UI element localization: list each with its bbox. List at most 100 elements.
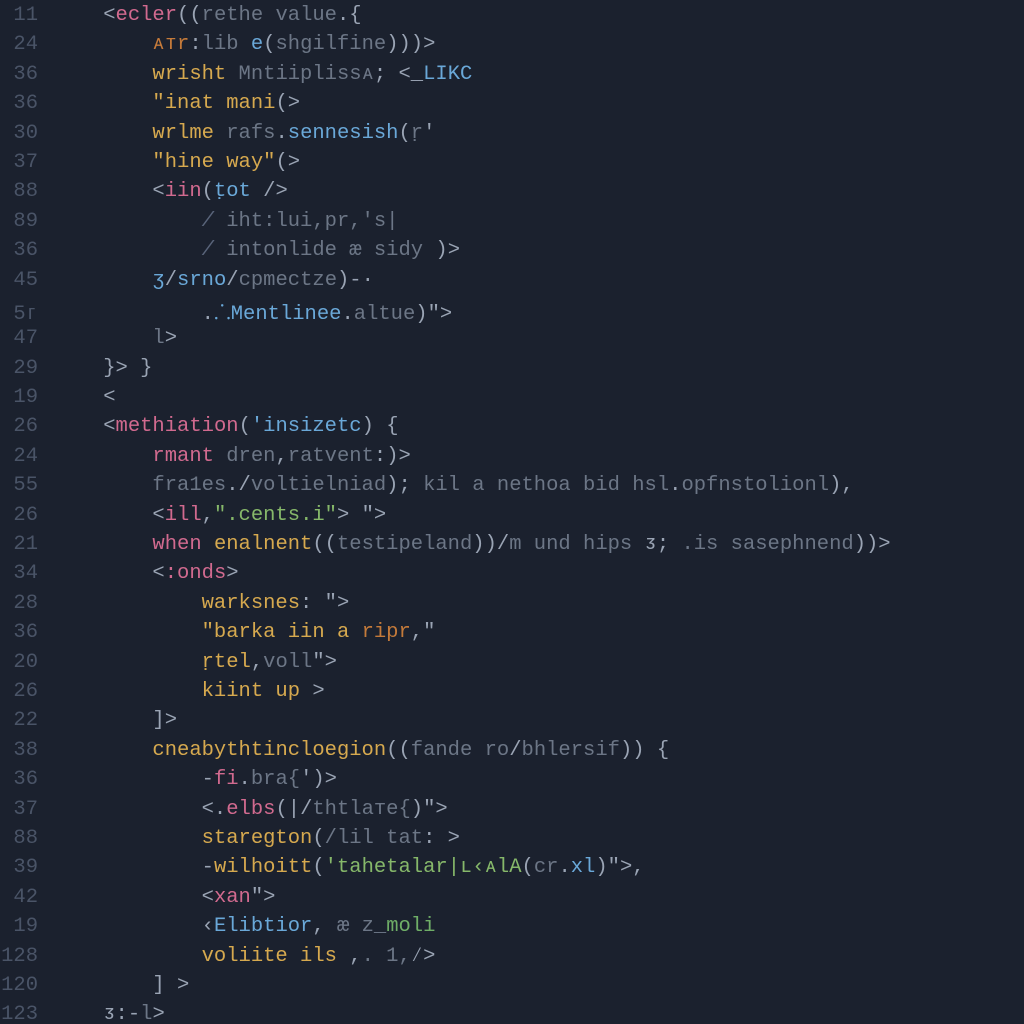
code-content[interactable]: -wilhoitt('tahetalar|ʟ‹ᴀlA(cr.xl)">, (54, 856, 1024, 879)
code-line[interactable]: 55 fra1es./voltielniad); kil a nethoa bi… (0, 474, 1024, 503)
line-number: 20 (0, 651, 54, 674)
token: < (152, 562, 164, 585)
code-line[interactable]: 36 wrisht Mntiiplissᴀ; <_LIKC (0, 63, 1024, 92)
code-line[interactable]: 89 / iht:lui,pr,'s| (0, 210, 1024, 239)
code-content[interactable]: "barka iin a ripr," (54, 621, 1024, 644)
code-content[interactable]: ʒ/srno/cpmectze)-· (54, 269, 1024, 292)
code-content[interactable]: ᴣ:-l> (54, 1003, 1024, 1024)
code-line[interactable]: 24 ᴀᴛr:lib e(shgilfine)))> (0, 33, 1024, 62)
token: ecler (116, 4, 178, 27)
code-line[interactable]: 21 when enalnent((testipeland))/m und hi… (0, 533, 1024, 562)
token: voltielniad (251, 474, 386, 497)
token: . (275, 122, 287, 145)
token: ṛtel (202, 651, 251, 674)
code-line[interactable]: 128 voliite ils ,. 1,⁄> (0, 945, 1024, 974)
code-line[interactable]: 42 <xan"> (0, 886, 1024, 915)
token: Mntiiplissᴀ (239, 63, 374, 86)
code-content[interactable]: voliite ils ,. 1,⁄> (54, 945, 1024, 968)
code-line[interactable]: 22 ]> (0, 709, 1024, 738)
code-line[interactable]: 47 l> (0, 327, 1024, 356)
code-line[interactable]: 36 / intonlide æ sidy )> (0, 239, 1024, 268)
token: , (275, 445, 287, 468)
line-number: 26 (0, 680, 54, 703)
token: dren (226, 445, 275, 468)
code-content[interactable]: cneabythtincloegion((fande ro/bhlersif))… (54, 739, 1024, 762)
code-line[interactable]: 24 rmant dren,ratvent:)> (0, 445, 1024, 474)
code-content[interactable]: / intonlide æ sidy )> (54, 239, 1024, 262)
line-number: 38 (0, 739, 54, 762)
code-line[interactable]: 26 kiint up > (0, 680, 1024, 709)
code-content[interactable]: ᴀᴛr:lib e(shgilfine)))> (54, 33, 1024, 56)
code-line[interactable]: 37 "hine way"(> (0, 151, 1024, 180)
line-number: 36 (0, 239, 54, 262)
token: > (165, 327, 177, 350)
code-line[interactable]: 38 cneabythtincloegion((fande ro/bhlersi… (0, 739, 1024, 768)
code-line[interactable]: 36 "inat mani(> (0, 92, 1024, 121)
code-line[interactable]: 88 <iin(ṭᴏt /> (0, 180, 1024, 209)
code-content[interactable]: "hine way"(> (54, 151, 1024, 174)
code-content[interactable]: staregton(/lil tat: > (54, 827, 1024, 850)
code-content[interactable]: l> (54, 327, 1024, 350)
token: 'tahetalar|ʟ‹ᴀlA (325, 856, 522, 879)
code-content[interactable]: "inat mani(> (54, 92, 1024, 115)
code-content[interactable]: warksnes: "> (54, 592, 1024, 615)
code-line[interactable]: 5ᴦ .⸫Mentlinee.altue)"> (0, 298, 1024, 327)
line-number: 22 (0, 709, 54, 732)
code-content[interactable]: ‹Elibtior, æ z_moli (54, 915, 1024, 938)
code-editor[interactable]: 11 <ecler((rethe value.{24 ᴀᴛr:lib e(shg… (0, 0, 1024, 1024)
code-line[interactable]: 26 <methiation('insizetc) { (0, 415, 1024, 444)
code-line[interactable]: 123 ᴣ:-l> (0, 1003, 1024, 1024)
code-line[interactable]: 39 -wilhoitt('tahetalar|ʟ‹ᴀlA(cr.xl)">, (0, 856, 1024, 885)
token: ( (312, 856, 324, 879)
code-line[interactable]: 36 "barka iin a ripr," (0, 621, 1024, 650)
token: , (251, 651, 263, 674)
token: (> (275, 92, 300, 115)
token: m und hips (509, 533, 644, 556)
code-content[interactable]: ] > (54, 974, 1024, 997)
code-line[interactable]: 28 warksnes: "> (0, 592, 1024, 621)
code-content[interactable]: / iht:lui,pr,'s| (54, 210, 1024, 233)
code-content[interactable]: -fi.bra{')> (54, 768, 1024, 791)
code-content[interactable]: < (54, 386, 1024, 409)
code-content[interactable]: ]> (54, 709, 1024, 732)
line-number: 36 (0, 621, 54, 644)
code-line[interactable]: 19 ‹Elibtior, æ z_moli (0, 915, 1024, 944)
code-content[interactable]: <.elbs(|/thtlaте{)"> (54, 798, 1024, 821)
token: , (349, 945, 361, 968)
token: <_ (398, 63, 423, 86)
code-line[interactable]: 120 ] > (0, 974, 1024, 1003)
code-content[interactable]: <xan"> (54, 886, 1024, 909)
code-content[interactable]: ṛtel,voll"> (54, 651, 1024, 674)
code-content[interactable]: fra1es./voltielniad); kil a nethoa bid h… (54, 474, 1024, 497)
code-content[interactable]: kiint up > (54, 680, 1024, 703)
code-content[interactable]: <methiation('insizetc) { (54, 415, 1024, 438)
token: ) (595, 856, 607, 879)
token: when (152, 533, 214, 556)
token: , (312, 915, 337, 938)
token: )"> (415, 303, 452, 326)
code-content[interactable]: wrlme rafs.sennesish(ṛ' (54, 122, 1024, 145)
code-content[interactable]: <iin(ṭᴏt /> (54, 180, 1024, 203)
code-line[interactable]: 26 <ill,".cents.i"> "> (0, 504, 1024, 533)
code-content[interactable]: <:onds> (54, 562, 1024, 585)
code-line[interactable]: 20 ṛtel,voll"> (0, 651, 1024, 680)
code-line[interactable]: 34 <:onds> (0, 562, 1024, 591)
code-line[interactable]: 19 < (0, 386, 1024, 415)
token: voliite ils (202, 945, 350, 968)
code-line[interactable]: 29 }> } (0, 357, 1024, 386)
code-content[interactable]: wrisht Mntiiplissᴀ; <_LIKC (54, 63, 1024, 86)
code-content[interactable]: rmant dren,ratvent:)> (54, 445, 1024, 468)
code-line[interactable]: 36 -fi.bra{')> (0, 768, 1024, 797)
code-content[interactable]: }> } (54, 357, 1024, 380)
code-content[interactable]: when enalnent((testipeland))/m und hips … (54, 533, 1024, 556)
code-content[interactable]: .⸫Mentlinee.altue)"> (54, 298, 1024, 326)
code-line[interactable]: 88 staregton(/lil tat: > (0, 827, 1024, 856)
code-line[interactable]: 37 <.elbs(|/thtlaте{)"> (0, 798, 1024, 827)
code-line[interactable]: 45 ʒ/srno/cpmectze)-· (0, 269, 1024, 298)
code-content[interactable]: <ill,".cents.i"> "> (54, 504, 1024, 527)
token: } (128, 357, 153, 380)
code-content[interactable]: <ecler((rethe value.{ (54, 4, 1024, 27)
token: fra1es (152, 474, 226, 497)
code-line[interactable]: 11 <ecler((rethe value.{ (0, 4, 1024, 33)
code-line[interactable]: 30 wrlme rafs.sennesish(ṛ' (0, 122, 1024, 151)
